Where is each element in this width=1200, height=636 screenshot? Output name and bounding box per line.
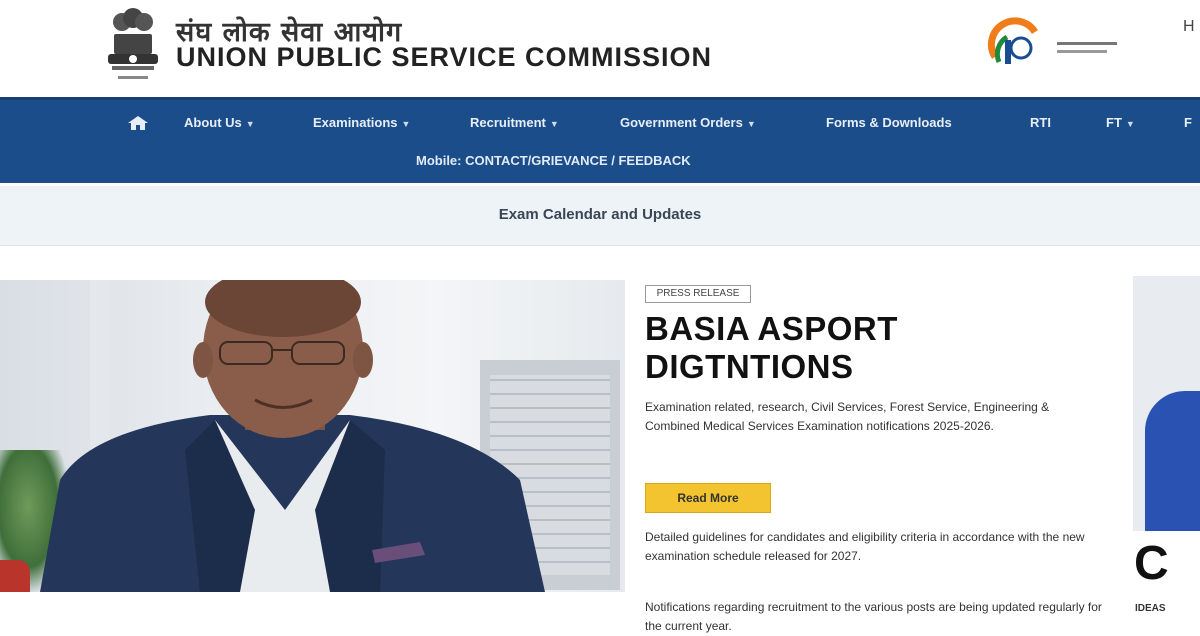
chevron-down-icon: ▼ — [245, 119, 255, 129]
edge-glyph: H — [1183, 18, 1195, 35]
nav-label: Government Orders — [620, 115, 743, 130]
category-tag: PRESS RELEASE — [645, 285, 751, 303]
nav-item-contact[interactable]: Mobile: CONTACT/GRIEVANCE / FEEDBACK — [416, 153, 691, 168]
feature-paragraph: Notifications regarding recruitment to t… — [645, 600, 1102, 633]
announcement-text[interactable]: Exam Calendar and Updates — [0, 206, 1200, 223]
site-title: UNION PUBLIC SERVICE COMMISSION — [176, 42, 713, 72]
nav-label: Recruitment — [470, 115, 546, 130]
feature-paragraph: Detailed guidelines for candidates and e… — [645, 530, 1085, 563]
nav-item-about[interactable]: About Us ▼ — [184, 110, 255, 136]
nav-item-ft[interactable]: FT ▼ — [1106, 110, 1135, 136]
nav-label: Forms & Downloads — [826, 115, 952, 130]
nav-row: About Us ▼ Examinations ▼ Recruitment ▼ Gov… — [0, 110, 1200, 136]
person-portrait — [40, 280, 545, 592]
feature-lead-text: Examination related, research, Civil Ser… — [645, 400, 1050, 433]
nav-item-recruitment[interactable]: Recruitment ▼ — [470, 110, 559, 136]
nav-item-government-orders[interactable]: Government Orders ▼ — [620, 110, 756, 136]
side-card-image[interactable] — [1133, 276, 1200, 531]
azadi-logo-icon[interactable] — [985, 12, 1125, 72]
read-more-button[interactable]: Read More — [645, 483, 771, 513]
main-navigation: About Us ▼ Examinations ▼ Recruitment ▼ Gov… — [0, 97, 1200, 183]
nav-label: RTI — [1030, 115, 1051, 130]
chevron-down-icon: ▼ — [746, 119, 756, 129]
site-header: संघ लोक सेवा आयोग UNION PUBLIC SERVICE C… — [0, 0, 1200, 97]
side-card-label: IDEAS — [1135, 603, 1166, 614]
nav-item-examinations[interactable]: Examinations ▼ — [313, 110, 410, 136]
headline-line: DIGTNTIONS — [645, 348, 854, 385]
side-card-figure — [1145, 391, 1200, 531]
nav-label: F — [1184, 115, 1192, 130]
chevron-down-icon: ▼ — [549, 119, 559, 129]
feature-headline[interactable]: BASIA ASPORT DIGTNTIONS — [645, 310, 898, 386]
national-emblem-icon[interactable] — [100, 4, 166, 86]
chevron-down-icon: ▼ — [1125, 119, 1135, 129]
nav-item-rti[interactable]: RTI — [1030, 110, 1051, 136]
side-card-letter: C — [1134, 537, 1169, 590]
nav-item-forms-downloads[interactable]: Forms & Downloads — [826, 110, 952, 136]
headline-line: BASIA ASPORT — [645, 310, 898, 347]
home-icon[interactable] — [127, 115, 149, 131]
announcement-strip: Exam Calendar and Updates — [0, 186, 1200, 246]
feature-photo[interactable] — [0, 280, 625, 592]
nav-label: Examinations — [313, 115, 398, 130]
nav-label: About Us — [184, 115, 242, 130]
nav-label: FT — [1106, 115, 1122, 130]
nav-item-more[interactable]: F — [1184, 110, 1192, 136]
chevron-down-icon: ▼ — [401, 119, 411, 129]
